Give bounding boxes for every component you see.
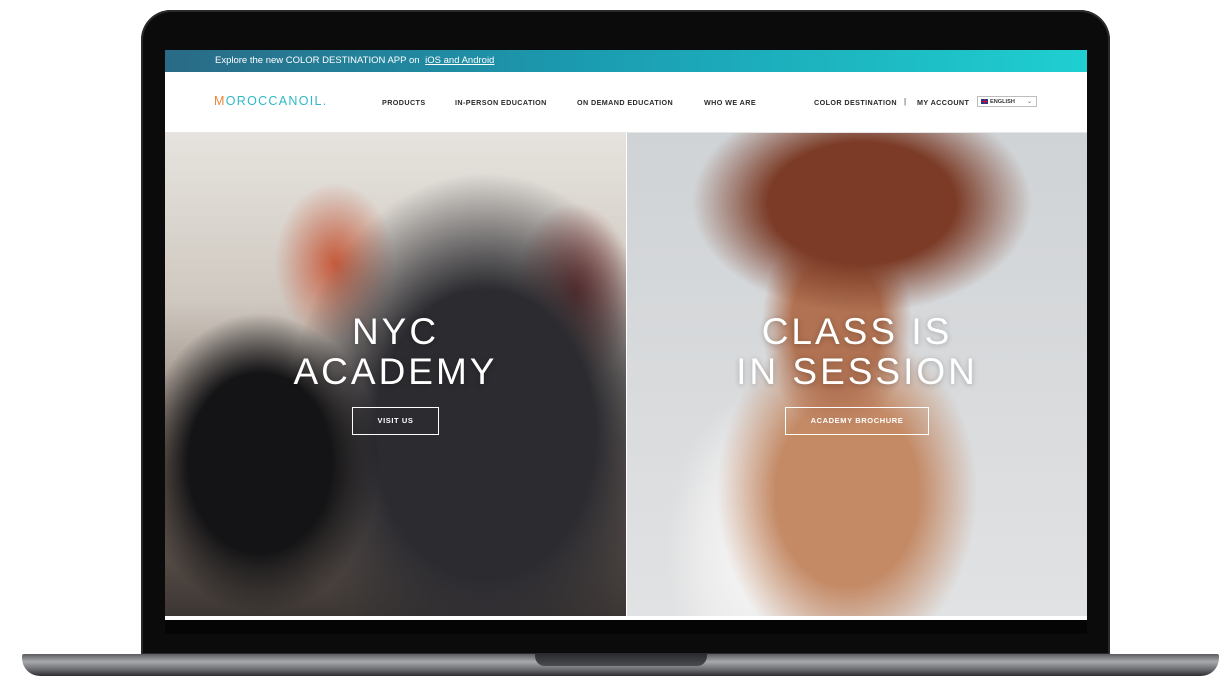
announcement-text: Explore the new COLOR DESTINATION APP on <box>215 55 420 66</box>
laptop-base-notch <box>535 654 707 666</box>
nav-products[interactable]: PRODUCTS <box>382 98 426 107</box>
hero-panel-class-in-session: CLASS IS IN SESSION ACADEMY BROCHURE <box>627 133 1087 616</box>
header-separator: | <box>904 97 907 106</box>
hero-left-title: NYC ACADEMY <box>293 311 498 392</box>
hero-right-title: CLASS IS IN SESSION <box>736 311 978 392</box>
announcement-bar: Explore the new COLOR DESTINATION APP on… <box>165 50 1087 72</box>
academy-brochure-button[interactable]: ACADEMY BROCHURE <box>785 407 929 435</box>
nav-who-we-are[interactable]: WHO WE ARE <box>704 98 756 107</box>
nav-in-person-education[interactable]: IN-PERSON EDUCATION <box>455 98 547 107</box>
hero-panel-nyc-academy: NYC ACADEMY VISIT US <box>165 133 626 616</box>
site-header: MOROCCANOIL. PRODUCTS IN-PERSON EDUCATIO… <box>165 72 1087 133</box>
language-label: ENGLISH <box>990 99 1015 105</box>
chevron-down-icon: ⌄ <box>1026 99 1032 105</box>
browser-viewport: Explore the new COLOR DESTINATION APP on… <box>165 50 1087 620</box>
nav-on-demand-education[interactable]: ON DEMAND EDUCATION <box>577 98 673 107</box>
my-account-link[interactable]: MY ACCOUNT <box>917 98 969 107</box>
language-selector[interactable]: ENGLISH ⌄ <box>977 96 1037 107</box>
uk-flag-icon <box>981 98 988 104</box>
laptop-screen-bezel-bottom <box>165 620 1087 634</box>
visit-us-button[interactable]: VISIT US <box>352 407 439 435</box>
color-destination-link[interactable]: COLOR DESTINATION <box>814 98 897 107</box>
announcement-app-link[interactable]: iOS and Android <box>425 55 494 66</box>
moroccanoil-logo[interactable]: MOROCCANOIL. <box>214 94 328 108</box>
